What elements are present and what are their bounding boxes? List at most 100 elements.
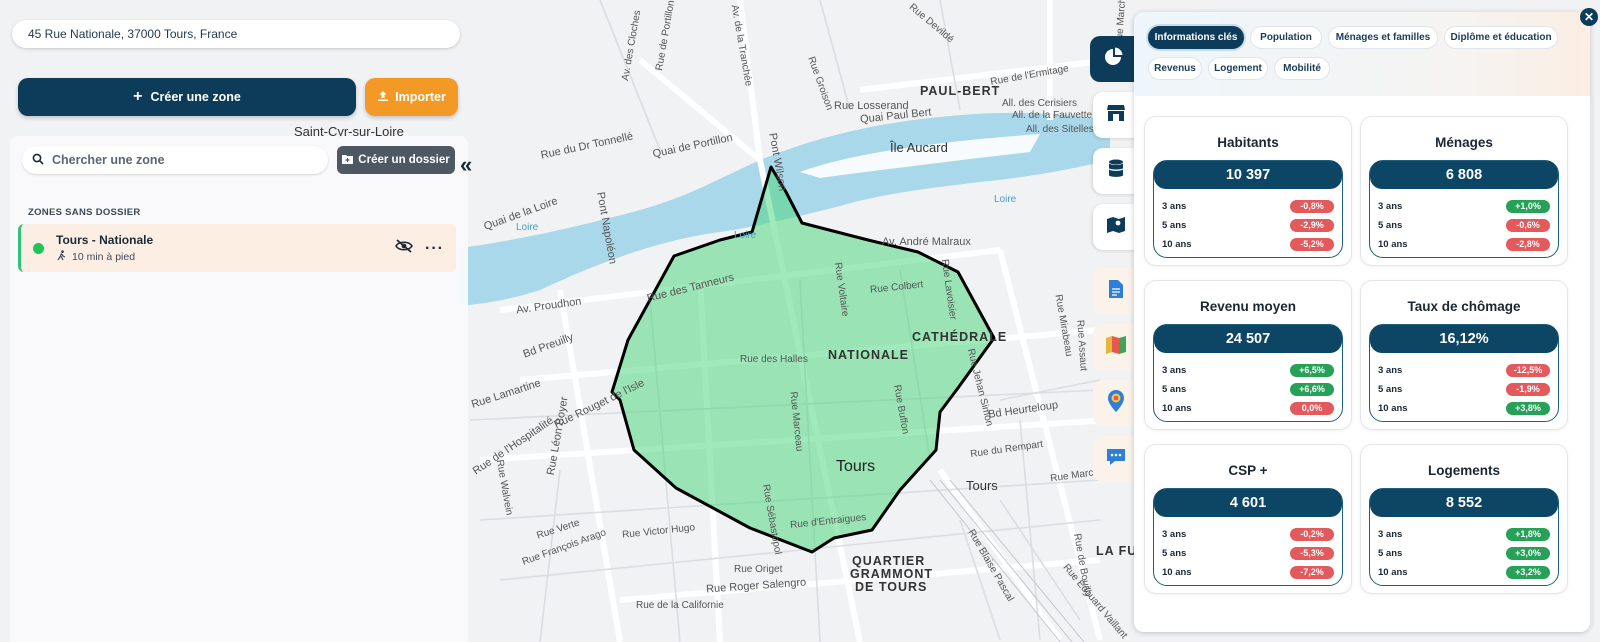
zone-subtitle-text: 10 min à pied — [72, 250, 136, 263]
card-row: 10 ans +3,2% — [1378, 564, 1550, 580]
import-label: Importer — [395, 90, 446, 104]
create-folder-button[interactable]: Créer un dossier — [337, 146, 455, 174]
card-row: 3 ans +1,0% — [1378, 198, 1550, 214]
row-label: 5 ans — [1162, 383, 1187, 395]
eye-off-icon[interactable] — [395, 239, 413, 258]
row-label: 3 ans — [1378, 528, 1403, 540]
tab-diplome-education[interactable]: Diplôme et éducation — [1444, 26, 1558, 49]
row-label: 3 ans — [1162, 200, 1187, 212]
card-box: 16,12% 3 ans -12,5% 5 ans -1,9% 10 ans +3,8… — [1369, 324, 1559, 422]
card-title: Habitants — [1217, 135, 1279, 150]
trend-pill: -2,9% — [1290, 218, 1334, 232]
card-value: 24 507 — [1154, 325, 1342, 353]
plus-icon: + — [133, 88, 143, 105]
stat-card-revenu-moyen: Revenu moyen 24 507 3 ans +6,5% 5 ans +6,6… — [1144, 280, 1352, 430]
card-box: 4 601 3 ans -0,2% 5 ans -5,3% 10 ans -7,2% — [1153, 488, 1343, 586]
tool-map-color[interactable] — [1093, 324, 1139, 370]
zone-status-dot — [33, 242, 44, 254]
stats-panel-scrollbar[interactable] — [1590, 96, 1594, 626]
collapse-panel-icon[interactable]: « — [460, 154, 472, 176]
trend-pill: +1,8% — [1506, 527, 1550, 541]
more-options-icon[interactable]: ··· — [425, 240, 444, 257]
card-value: 10 397 — [1154, 161, 1342, 189]
tool-chat[interactable] — [1093, 436, 1139, 482]
stats-tabs: Informations clés Population Ménages et … — [1134, 12, 1590, 96]
stat-card-habitants: Habitants 10 397 3 ans -0,8% 5 ans -2,9% 1… — [1144, 116, 1352, 266]
card-row: 5 ans -5,3% — [1162, 545, 1334, 561]
row-label: 3 ans — [1378, 364, 1403, 376]
tab-mobilite[interactable]: Mobilité — [1274, 57, 1330, 80]
trend-pill: -12,5% — [1506, 363, 1550, 377]
row-label: 10 ans — [1162, 238, 1192, 250]
card-row: 5 ans -0,6% — [1378, 217, 1550, 233]
trend-pill: -0,2% — [1290, 527, 1334, 541]
create-folder-label: Créer un dossier — [358, 154, 450, 166]
card-row: 10 ans -7,2% — [1162, 564, 1334, 580]
walking-icon — [56, 249, 68, 264]
stat-card-logements: Logements 8 552 3 ans +1,8% 5 ans +3,0% 10… — [1360, 444, 1568, 594]
document-icon — [1108, 279, 1124, 304]
stat-card-csp-plus: CSP + 4 601 3 ans -0,2% 5 ans -5,3% 10 ans… — [1144, 444, 1352, 594]
row-label: 10 ans — [1162, 566, 1192, 578]
tool-location-report[interactable] — [1093, 380, 1139, 426]
search-zone-input[interactable]: Chercher une zone — [22, 146, 328, 174]
trend-pill: +6,5% — [1290, 363, 1334, 377]
store-icon — [1106, 104, 1126, 127]
tab-revenus[interactable]: Revenus — [1148, 57, 1202, 80]
trend-pill: -5,2% — [1290, 237, 1334, 251]
card-row: 3 ans -0,8% — [1162, 198, 1334, 214]
create-zone-button[interactable]: + Créer une zone — [18, 78, 356, 116]
trend-pill: -5,3% — [1290, 546, 1334, 560]
card-row: 5 ans -1,9% — [1378, 381, 1550, 397]
trend-pill: +6,6% — [1290, 382, 1334, 396]
row-label: 5 ans — [1162, 547, 1187, 559]
section-title-zones-sans-dossier: ZONES SANS DOSSIER — [28, 207, 141, 218]
row-label: 5 ans — [1378, 219, 1403, 231]
trend-pill: -0,8% — [1290, 199, 1334, 213]
close-icon[interactable]: ✕ — [1580, 8, 1598, 26]
row-label: 3 ans — [1378, 200, 1403, 212]
statistics-panel: Informations clés Population Ménages et … — [1134, 12, 1590, 632]
map-pin-icon — [1106, 216, 1126, 239]
card-row: 5 ans -2,9% — [1162, 217, 1334, 233]
row-label: 5 ans — [1378, 547, 1403, 559]
card-box: 8 552 3 ans +1,8% 5 ans +3,0% 10 ans +3,2% — [1369, 488, 1559, 586]
tool-pie-chart[interactable] — [1090, 36, 1136, 82]
row-label: 10 ans — [1378, 566, 1408, 578]
card-title: Ménages — [1435, 135, 1493, 150]
trend-pill: +3,8% — [1506, 401, 1550, 415]
tool-map-pin[interactable] — [1093, 204, 1139, 250]
trend-pill: -2,8% — [1506, 237, 1550, 251]
card-value: 4 601 — [1154, 489, 1342, 517]
trend-pill: -1,9% — [1506, 382, 1550, 396]
stat-card-menages: Ménages 6 808 3 ans +1,0% 5 ans -0,6% 10 a… — [1360, 116, 1568, 266]
tool-document[interactable] — [1093, 268, 1139, 314]
tool-store[interactable] — [1093, 92, 1139, 138]
card-value: 8 552 — [1370, 489, 1558, 517]
tab-population[interactable]: Population — [1250, 26, 1322, 49]
card-value: 6 808 — [1370, 161, 1558, 189]
card-value: 16,12% — [1370, 325, 1558, 353]
card-row: 10 ans +3,8% — [1378, 400, 1550, 416]
card-box: 24 507 3 ans +6,5% 5 ans +6,6% 10 ans 0,0% — [1153, 324, 1343, 422]
trend-pill: +1,0% — [1506, 199, 1550, 213]
tab-informations-cles[interactable]: Informations clés — [1148, 26, 1244, 49]
row-label: 3 ans — [1162, 528, 1187, 540]
card-row: 10 ans 0,0% — [1162, 400, 1334, 416]
card-title: CSP + — [1228, 463, 1268, 478]
row-label: 10 ans — [1162, 402, 1192, 414]
create-zone-label: Créer une zone — [150, 90, 241, 104]
trend-pill: -0,6% — [1506, 218, 1550, 232]
tab-logement[interactable]: Logement — [1208, 57, 1268, 80]
zone-list-item[interactable]: Tours - Nationale 10 min à pied ··· — [18, 224, 456, 272]
row-label: 10 ans — [1378, 238, 1408, 250]
card-box: 10 397 3 ans -0,8% 5 ans -2,9% 10 ans -5,2% — [1153, 160, 1343, 258]
folder-plus-icon — [342, 154, 354, 167]
tool-database[interactable] — [1093, 148, 1139, 194]
upload-icon — [377, 90, 389, 105]
import-button[interactable]: Importer — [365, 78, 458, 116]
card-row: 5 ans +3,0% — [1378, 545, 1550, 561]
row-label: 10 ans — [1378, 402, 1408, 414]
address-search-input[interactable]: 45 Rue Nationale, 37000 Tours, France — [12, 20, 460, 48]
tab-menages-familles[interactable]: Ménages et familles — [1328, 26, 1438, 49]
